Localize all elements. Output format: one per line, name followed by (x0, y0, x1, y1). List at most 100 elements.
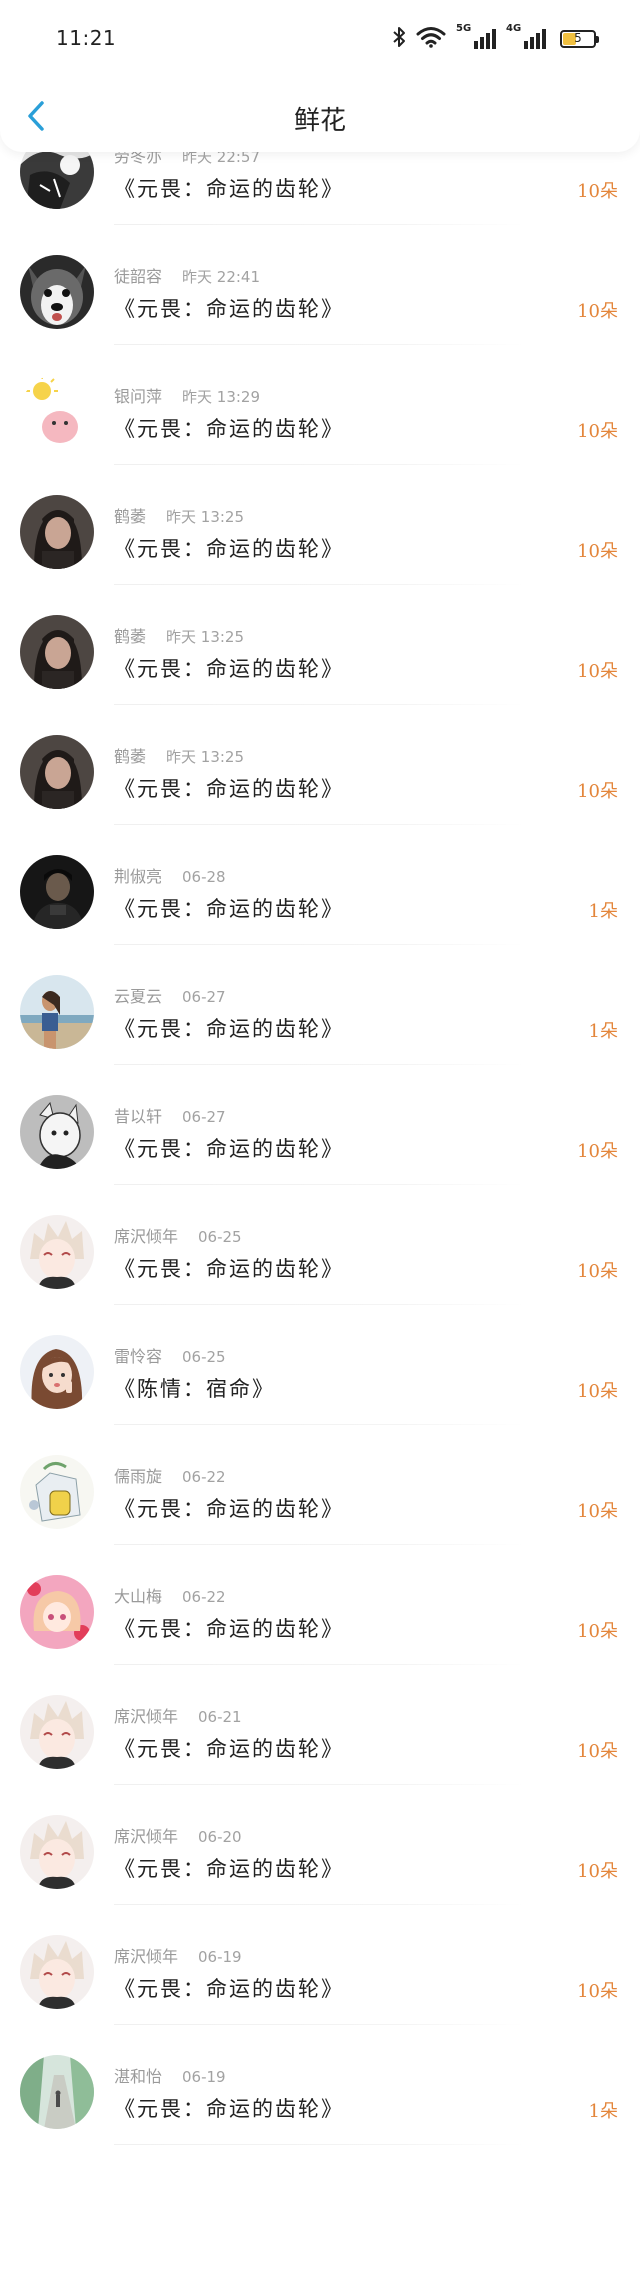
gift-title: 《陈情：宿命》 (114, 1377, 275, 1401)
wifi-icon (416, 26, 446, 52)
list-item[interactable]: 湛和怡 06-19 《元畏：命运的齿轮》 1朵 (0, 2037, 640, 2157)
sender-name: 鹤萎 (114, 627, 147, 646)
divider (114, 584, 524, 585)
signal-4g-icon: 4G (506, 23, 546, 49)
sender-name: 席沢倾年 (114, 1827, 179, 1846)
avatar[interactable] (20, 615, 94, 689)
send-time: 06-20 (198, 1828, 242, 1846)
gift-title: 《元畏：命运的齿轮》 (114, 2097, 344, 2121)
status-time: 11:21 (56, 26, 117, 50)
sender-name: 大山梅 (114, 1587, 163, 1606)
send-time: 06-22 (182, 1468, 226, 1486)
sender-meta: 昔以轩 06-27 (114, 1103, 226, 1126)
flower-count: 10朵 (577, 1381, 618, 1402)
divider (114, 1304, 524, 1305)
send-time: 06-28 (182, 868, 226, 886)
divider (114, 2144, 524, 2145)
gift-title: 《元畏：命运的齿轮》 (114, 177, 344, 201)
list-item[interactable]: 银问萍 昨天 13:29 《元畏：命运的齿轮》 10朵 (0, 357, 640, 477)
send-time: 06-25 (198, 1228, 242, 1246)
flower-count: 1朵 (588, 1021, 618, 1042)
gift-title: 《元畏：命运的齿轮》 (114, 1017, 344, 1041)
sender-name: 银问萍 (114, 387, 163, 406)
avatar[interactable] (20, 1935, 94, 2009)
sender-name: 鹤萎 (114, 507, 147, 526)
list-item[interactable]: 鹤萎 昨天 13:25 《元畏：命运的齿轮》 10朵 (0, 477, 640, 597)
network-5g-label: 5G (456, 23, 472, 34)
sender-name: 鹤萎 (114, 747, 147, 766)
avatar[interactable] (20, 1335, 94, 1409)
list-item[interactable]: 儒雨旋 06-22 《元畏：命运的齿轮》 10朵 (0, 1437, 640, 1557)
gift-title: 《元畏：命运的齿轮》 (114, 657, 344, 681)
sender-meta: 鹤萎 昨天 13:25 (114, 623, 245, 646)
gift-title: 《元畏：命运的齿轮》 (114, 1137, 344, 1161)
sender-name: 昔以轩 (114, 1107, 163, 1126)
flower-count: 10朵 (577, 421, 618, 442)
gift-title: 《元畏：命运的齿轮》 (114, 417, 344, 441)
top-bar: 11:21 5G 4G 5 鲜花 (0, 0, 640, 152)
avatar[interactable] (20, 975, 94, 1049)
sender-name: 儒雨旋 (114, 1467, 163, 1486)
divider (114, 344, 524, 345)
flower-count: 10朵 (577, 781, 618, 802)
sender-name: 席沢倾年 (114, 1227, 179, 1246)
network-4g-label: 4G (506, 23, 522, 34)
gift-title: 《元畏：命运的齿轮》 (114, 1977, 344, 2001)
list-item[interactable]: 大山梅 06-22 《元畏：命运的齿轮》 10朵 (0, 1557, 640, 1677)
divider (114, 704, 524, 705)
gift-title: 《元畏：命运的齿轮》 (114, 297, 344, 321)
sender-meta: 鹤萎 昨天 13:25 (114, 743, 244, 766)
avatar[interactable] (20, 735, 94, 809)
list-item[interactable]: 席沢倾年 06-20 《元畏：命运的齿轮》 10朵 (0, 1797, 640, 1917)
avatar[interactable] (20, 375, 94, 449)
list-item[interactable]: 鹤萎 昨天 13:25 《元畏：命运的齿轮》 10朵 (0, 597, 640, 717)
avatar[interactable] (20, 1215, 94, 1289)
list-item[interactable]: 鹤萎 昨天 13:25 《元畏：命运的齿轮》 10朵 (0, 717, 640, 837)
list-item[interactable]: 席沢倾年 06-25 《元畏：命运的齿轮》 10朵 (0, 1197, 640, 1317)
flower-count: 10朵 (577, 181, 618, 202)
divider (114, 2024, 524, 2025)
gift-title: 《元畏：命运的齿轮》 (114, 1497, 344, 1521)
send-time: 06-27 (182, 1108, 226, 1126)
list-item[interactable]: 昔以轩 06-27 《元畏：命运的齿轮》 10朵 (0, 1077, 640, 1197)
list-item[interactable]: 云夏云 06-27 《元畏：命运的齿轮》 1朵 (0, 957, 640, 1077)
list-item[interactable]: 雷怜容 06-25 《陈情：宿命》 10朵 (0, 1317, 640, 1437)
sender-name: 席沢倾年 (114, 1947, 179, 1966)
sender-meta: 席沢倾年 06-25 (114, 1223, 242, 1246)
avatar[interactable] (20, 255, 94, 329)
sender-meta: 席沢倾年 06-21 (114, 1703, 242, 1726)
sender-meta: 银问萍 昨天 13:29 (114, 383, 261, 406)
avatar[interactable] (20, 1695, 94, 1769)
avatar[interactable] (20, 495, 94, 569)
avatar[interactable] (20, 2055, 94, 2129)
sender-name: 雷怜容 (114, 1347, 163, 1366)
gift-title: 《元畏：命运的齿轮》 (114, 777, 344, 801)
divider (114, 1184, 524, 1185)
list-item[interactable]: 席沢倾年 06-21 《元畏：命运的齿轮》 10朵 (0, 1677, 640, 1797)
divider (114, 1664, 524, 1665)
flower-count: 10朵 (577, 1261, 618, 1282)
send-time: 昨天 13:29 (182, 388, 261, 406)
sender-meta: 徒韶容 昨天 22:41 (114, 263, 260, 286)
divider (114, 464, 524, 465)
divider (114, 944, 524, 945)
sender-meta: 鹤萎 昨天 13:25 (114, 503, 244, 526)
sender-name: 徒韶容 (114, 267, 163, 286)
sender-meta: 雷怜容 06-25 (114, 1343, 226, 1366)
avatar[interactable] (20, 1815, 94, 1889)
list-item[interactable]: 徒韶容 昨天 22:41 《元畏：命运的齿轮》 10朵 (0, 237, 640, 357)
avatar[interactable] (20, 1095, 94, 1169)
avatar[interactable] (20, 855, 94, 929)
flower-count: 10朵 (577, 301, 618, 322)
avatar[interactable] (20, 1575, 94, 1649)
gift-title: 《元畏：命运的齿轮》 (114, 897, 344, 921)
avatar[interactable] (20, 1455, 94, 1529)
divider (114, 824, 524, 825)
flower-count: 10朵 (577, 1861, 618, 1882)
sender-name: 席沢倾年 (114, 1707, 179, 1726)
send-time: 昨天 13:25 (166, 628, 245, 646)
bluetooth-icon (392, 26, 406, 52)
send-time: 06-25 (182, 1348, 226, 1366)
list-item[interactable]: 席沢倾年 06-19 《元畏：命运的齿轮》 10朵 (0, 1917, 640, 2037)
list-item[interactable]: 荆俶亮 06-28 《元畏：命运的齿轮》 1朵 (0, 837, 640, 957)
